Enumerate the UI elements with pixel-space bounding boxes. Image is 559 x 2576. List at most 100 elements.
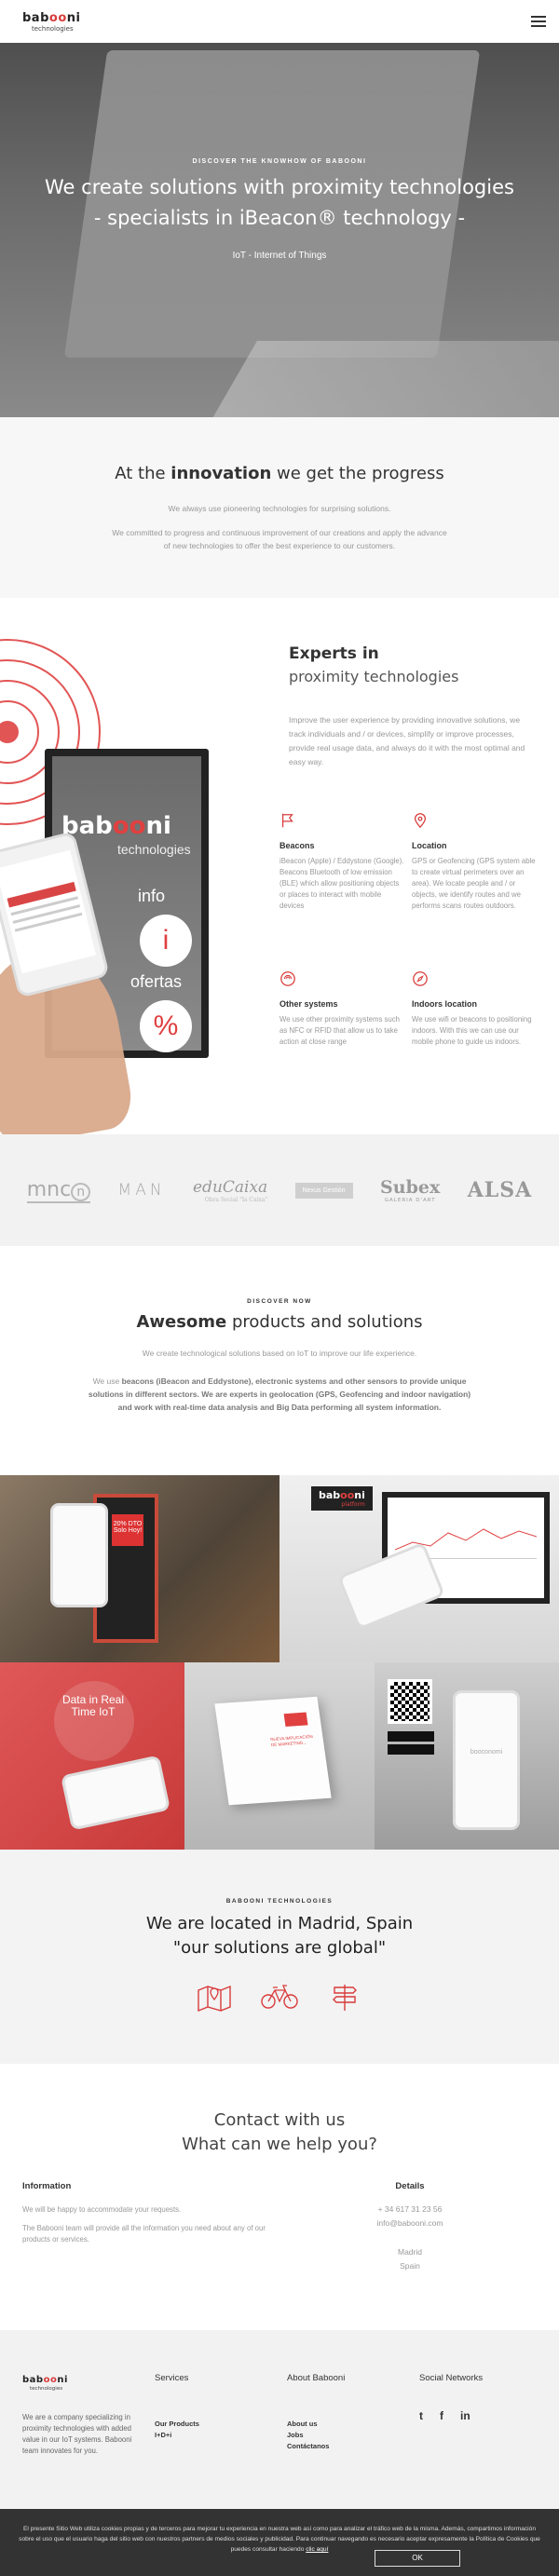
box-logo <box>283 1712 308 1728</box>
innovation-title: At the innovation we get the progress <box>115 464 444 483</box>
clients-logo-strip: mnc n MAN eduCaixa Obra Social "la Caixa" … <box>0 1134 559 1246</box>
experts-section: babooni technologies info i ofertas % Ex… <box>0 598 559 1134</box>
footer-about-title: About Babooni <box>287 2373 346 2383</box>
footer-link-about-us[interactable]: About us <box>287 2419 345 2430</box>
location-kicker: BABOONI TECHNOLOGIES <box>225 1898 334 1905</box>
innovation-section: At the innovation we get the progress We… <box>0 417 559 598</box>
contact-details-title: Details <box>395 2181 425 2191</box>
cookie-accept-button[interactable]: OK <box>375 2550 460 2567</box>
contact-info-title: Information <box>22 2181 72 2191</box>
top-bar: babooni technologies <box>0 0 559 43</box>
products-section: DISCOVER NOW Awesome products and soluti… <box>0 1246 559 1475</box>
feature-text: We use other proximity systems such as N… <box>280 1015 400 1046</box>
cookie-consent-bar: El presente Sitio Web utiliza cookies pr… <box>0 2509 559 2576</box>
hero-title-line1: We create solutions with proximity techn… <box>45 176 514 198</box>
footer-social-column: Social Networks t f in <box>419 2373 483 2422</box>
discount-badge: 20% DTO Solo Hoy! <box>112 1514 143 1546</box>
feature-text: We use wifi or beacons to positioning in… <box>412 1015 532 1046</box>
map-pin-icon <box>414 813 427 829</box>
footer-link-contact[interactable]: Contáctanos <box>287 2441 345 2452</box>
feature-location: Location GPS or Geofencing (GPS system a… <box>412 812 539 912</box>
signpost-icon <box>333 1985 357 2011</box>
contact-email-link[interactable]: info@babooni.com <box>354 2217 466 2230</box>
contact-phone-link[interactable]: + 34 617 31 23 56 <box>354 2203 466 2217</box>
beacon-display-illustration: babooni technologies info i ofertas % <box>0 639 210 1134</box>
compass-icon <box>413 971 428 986</box>
client-logo-subex: Subex GALERIA D'ART <box>380 1177 441 1203</box>
experts-subtitle: proximity technologies <box>289 668 459 685</box>
qr-code-image <box>388 1679 432 1724</box>
contact-section: Contact with us What can we help you? In… <box>0 2064 559 2330</box>
tile-iot-data[interactable]: Data in Real Time IoT <box>0 1662 184 1850</box>
products-lead: We create technological solutions based … <box>142 1349 417 1358</box>
footer-about-column: About Babooni About us Jobs Contáctanos <box>287 2373 345 2452</box>
experts-intro: Improve the user experience by providing… <box>289 715 525 766</box>
contact-country: Spain <box>400 2261 420 2271</box>
feature-title: Location <box>412 841 447 850</box>
feature-title: Indoors location <box>412 999 478 1009</box>
products-kicker: DISCOVER NOW <box>247 1298 312 1305</box>
location-section: BABOONI TECHNOLOGIES We are located in M… <box>0 1850 559 2064</box>
twitter-icon[interactable]: t <box>419 2409 423 2422</box>
feature-other-systems: Other systems We use other proximity sys… <box>280 970 406 1048</box>
logo-subtitle: technologies <box>32 25 74 33</box>
smartphone-image <box>50 1503 108 1607</box>
footer-services-column: Services Our Products I+D+i <box>155 2373 199 2441</box>
hero-title: We create solutions with proximity techn… <box>0 172 559 234</box>
beacon-box-image: NUEVA IMPLICACIÓN DE MARKETING... <box>214 1696 332 1806</box>
experts-title: Experts in <box>289 644 379 663</box>
logo-wordmark: babooni <box>22 11 81 25</box>
products-photo-grid: 20% DTO Solo Hoy! babooni platform Data i… <box>0 1475 559 1850</box>
wifi-signal-icon <box>280 971 295 986</box>
display-logo: babooni <box>61 812 171 840</box>
contact-info-line-2: The Babooni team will provide all the in… <box>22 2224 266 2244</box>
smartphone-image <box>337 1541 445 1631</box>
cookie-text: El presente Sitio Web utiliza cookies pr… <box>19 2526 540 2553</box>
client-logo-man: MAN <box>117 1181 166 1200</box>
footer-link-idi[interactable]: I+D+i <box>155 2430 199 2441</box>
map-icon <box>198 1985 231 2013</box>
babooni-logo[interactable]: babooni technologies <box>22 10 80 33</box>
footer-link-jobs[interactable]: Jobs <box>287 2430 345 2441</box>
linkedin-icon[interactable]: in <box>460 2409 470 2422</box>
tile-beacon-box[interactable]: NUEVA IMPLICACIÓN DE MARKETING... <box>184 1662 375 1850</box>
smartphone-image: booconomi <box>453 1690 520 1830</box>
location-title: We are located in Madrid, Spain "our sol… <box>145 1914 414 1958</box>
products-body: We use beacons (iBeacon and Eddystone), … <box>88 1376 471 1412</box>
feature-title: Beacons <box>280 841 315 850</box>
info-icon: i <box>140 915 192 967</box>
app-logo: booconomi <box>470 1749 503 1756</box>
feature-indoors-location: Indoors location We use wifi or beacons … <box>412 970 539 1048</box>
facebook-icon[interactable]: f <box>440 2409 443 2422</box>
hero-section: DISCOVER THE KNOWHOW OF BABOONI We creat… <box>0 43 559 417</box>
tile-mobile-app[interactable]: booconomi <box>375 1662 559 1850</box>
app-store-badge <box>388 1731 434 1742</box>
display-offers-label: ofertas <box>130 972 183 991</box>
tile-retail-beacon[interactable]: 20% DTO Solo Hoy! <box>0 1475 280 1662</box>
client-logo-mnc: mnc n <box>26 1178 91 1203</box>
display-info-label: info <box>138 887 166 905</box>
laptop-keyboard-image <box>209 341 559 417</box>
display-logo-sub: technologies <box>117 842 191 857</box>
google-play-badge <box>388 1744 434 1755</box>
contact-title: Contact with us What can we help you? <box>182 2110 377 2154</box>
products-title: Awesome products and solutions <box>136 1312 423 1332</box>
footer-about-text: We are a company specializing in proximi… <box>22 2413 132 2455</box>
footer-logo[interactable]: babooni technologies <box>22 2371 68 2393</box>
client-logo-educaixa: eduCaixa Obra Social "la Caixa" <box>193 1177 268 1203</box>
footer-link-our-products[interactable]: Our Products <box>155 2419 199 2430</box>
smartphone-image <box>60 1755 171 1831</box>
client-logo-nexus: Nexus Gestión <box>294 1182 353 1199</box>
client-logo-alsa: ALSA <box>467 1178 533 1202</box>
box-note: NUEVA IMPLICACIÓN DE MARKETING... <box>269 1734 314 1748</box>
platform-logo: babooni platform <box>311 1486 373 1511</box>
site-footer: babooni technologies We are a company sp… <box>0 2330 559 2509</box>
feature-text: iBeacon (Apple) / Eddystone (Google). Be… <box>280 857 404 910</box>
feature-title: Other systems <box>280 999 338 1009</box>
hamburger-menu-icon[interactable] <box>531 16 546 27</box>
tile-babooni-platform[interactable]: babooni platform <box>280 1475 559 1662</box>
flag-icon <box>281 813 293 828</box>
percent-icon: % <box>140 1000 192 1052</box>
cookie-policy-link[interactable]: clic aquí <box>306 2546 328 2553</box>
contact-info-line-1: We will be happy to accommodate your req… <box>22 2205 182 2214</box>
